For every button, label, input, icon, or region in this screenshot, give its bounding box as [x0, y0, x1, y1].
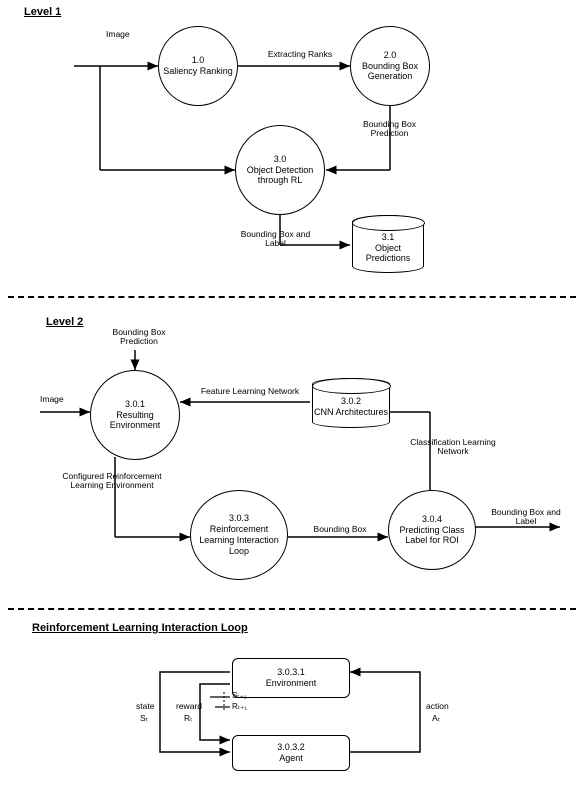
- label-bbpred-l2: Bounding Box Prediction: [104, 328, 174, 347]
- node-3-0: 3.0 Object Detection through RL: [235, 125, 325, 215]
- rl-env-id: 3.0.3.1: [277, 667, 305, 678]
- node-3-0-4-id: 3.0.4: [422, 514, 442, 525]
- rl-agent-node: 3.0.3.2 Agent: [232, 735, 350, 771]
- node-2-0-name: Bounding Box Generation: [355, 61, 425, 83]
- rlloop-title: Reinforcement Learning Interaction Loop: [32, 622, 248, 634]
- edge-feat: Feature Learning Network: [200, 387, 300, 396]
- label-reward: reward: [176, 702, 202, 711]
- node-1-0-id: 1.0: [192, 55, 205, 66]
- store-3-0-2-name: CNN Architectures: [314, 407, 388, 418]
- edge-class: Classification Learning Network: [398, 438, 508, 457]
- node-3-0-3-id: 3.0.3: [229, 513, 249, 524]
- store-3-1-name: Object Predictions: [353, 243, 423, 265]
- node-1-0-name: Saliency Ranking: [163, 66, 233, 77]
- store-3-1: 3.1 Object Predictions: [352, 215, 424, 273]
- rl-env-node: 3.0.3.1 Environment: [232, 658, 350, 698]
- store-3-0-2: 3.0.2 CNN Architectures: [312, 378, 390, 428]
- node-1-0: 1.0 Saliency Ranking: [158, 26, 238, 106]
- divider-1: [8, 296, 576, 298]
- node-3-0-4-name: Predicting Class Label for ROI: [393, 525, 471, 547]
- label-state-var: Sₜ: [140, 714, 148, 723]
- label-next-state: Sₜ₊₁: [232, 692, 247, 701]
- node-3-0-3-name: Reinforcement Learning Interaction Loop: [195, 524, 283, 556]
- rl-agent-name: Agent: [279, 753, 303, 764]
- edge-bbpred-l1: Bounding Box Prediction: [352, 120, 427, 139]
- node-2-0: 2.0 Bounding Box Generation: [350, 26, 430, 106]
- label-image-l2: Image: [40, 395, 64, 404]
- rl-env-name: Environment: [266, 678, 317, 689]
- divider-2: [8, 608, 576, 610]
- label-image-l1: Image: [106, 30, 130, 39]
- node-3-0-4: 3.0.4 Predicting Class Label for ROI: [388, 490, 476, 570]
- label-action: action: [426, 702, 449, 711]
- node-3-0-1-name: Resulting Environment: [95, 410, 175, 432]
- node-3-0-name: Object Detection through RL: [240, 165, 320, 187]
- edge-config: Configured Reinforcement Learning Enviro…: [52, 472, 172, 491]
- edge-extract: Extracting Ranks: [255, 50, 345, 59]
- node-3-0-3: 3.0.3 Reinforcement Learning Interaction…: [190, 490, 288, 580]
- edge-bblabel-l1: Bounding Box and Label: [238, 230, 313, 249]
- node-3-0-1-id: 3.0.1: [125, 399, 145, 410]
- label-action-var: Aₜ: [432, 714, 440, 723]
- store-3-0-2-id: 3.0.2: [341, 396, 361, 407]
- node-2-0-id: 2.0: [384, 50, 397, 61]
- label-next-reward: Rₜ₊₁: [232, 703, 247, 712]
- level2-title: Level 2: [46, 316, 83, 328]
- rl-agent-id: 3.0.3.2: [277, 742, 305, 753]
- edge-bb: Bounding Box: [300, 525, 380, 534]
- label-state: state: [136, 702, 154, 711]
- label-reward-var: Rₜ: [184, 714, 193, 723]
- level1-title: Level 1: [24, 6, 61, 18]
- node-3-0-1: 3.0.1 Resulting Environment: [90, 370, 180, 460]
- edge-out-l2: Bounding Box and Label: [486, 508, 566, 527]
- store-3-1-id: 3.1: [382, 232, 395, 243]
- node-3-0-id: 3.0: [274, 154, 287, 165]
